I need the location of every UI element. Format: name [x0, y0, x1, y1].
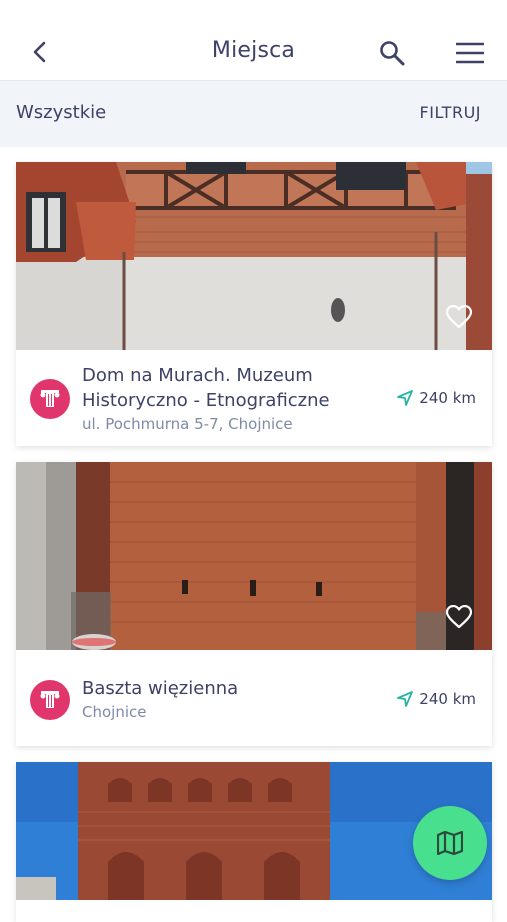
navigation-arrow-icon: [397, 390, 414, 406]
place-photo: [16, 462, 492, 650]
all-places-label[interactable]: Wszystkie: [16, 102, 106, 123]
page-title: Miejsca: [211, 38, 296, 63]
place-distance: 240 km: [397, 389, 476, 407]
map-icon: [437, 831, 463, 855]
heart-outline-icon[interactable]: [446, 305, 472, 329]
place-name: Baszta więzienna: [82, 678, 239, 699]
column-icon: [30, 680, 70, 720]
place-photo: [16, 162, 492, 350]
filter-bar: Wszystkie FILTRUJ: [0, 81, 507, 147]
hamburger-menu-icon[interactable]: [456, 41, 484, 65]
place-card[interactable]: Dom na Murach. Muzeum Historyczno - Etno…: [16, 162, 492, 446]
app-header: Miejsca: [0, 0, 507, 81]
column-icon: [30, 379, 70, 419]
place-address: Chojnice: [82, 703, 147, 721]
place-distance: 240 km: [397, 690, 476, 708]
place-address: ul. Pochmurna 5-7, Chojnice: [82, 415, 293, 433]
filter-button[interactable]: FILTRUJ: [420, 103, 481, 122]
place-name: Dom na Murach. Muzeum Historyczno - Etno…: [82, 365, 330, 411]
search-icon[interactable]: [378, 39, 406, 67]
navigation-arrow-icon: [397, 691, 414, 707]
heart-outline-icon[interactable]: [446, 605, 472, 629]
map-view-button[interactable]: [413, 806, 487, 880]
place-card[interactable]: Baszta więzienna Chojnice 240 km: [16, 462, 492, 746]
